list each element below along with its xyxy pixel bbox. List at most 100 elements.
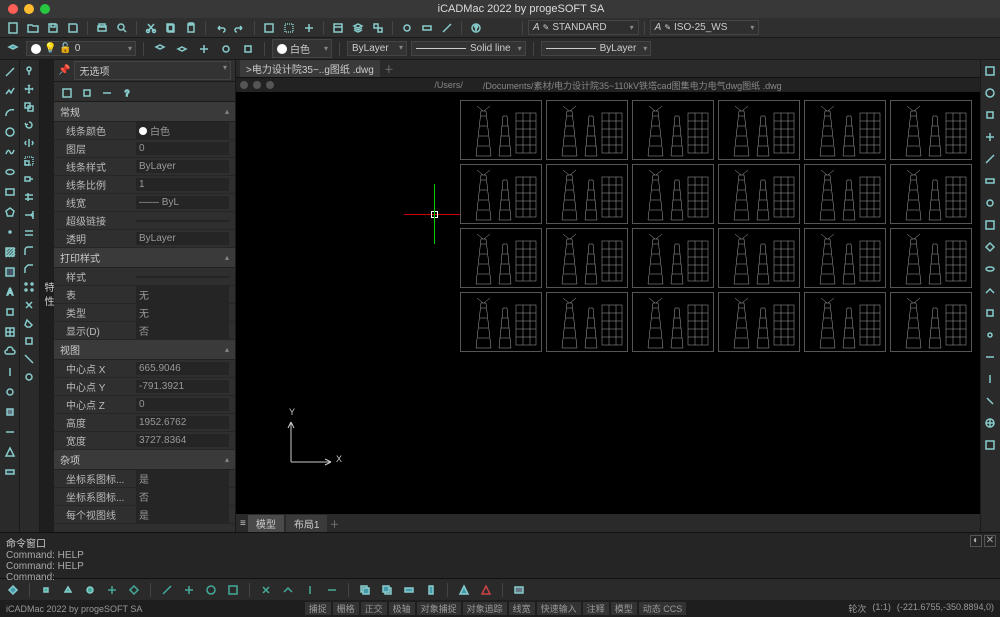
view-icon[interactable] — [981, 258, 999, 280]
linetype-bylayer[interactable]: ByLayer — [347, 41, 407, 56]
circle-icon[interactable] — [0, 122, 20, 142]
view-icon[interactable] — [981, 280, 999, 302]
new-file-icon[interactable] — [4, 19, 22, 37]
view-icon[interactable] — [981, 214, 999, 236]
props-row[interactable]: 中心点 Y-791.3921 — [54, 378, 235, 396]
props-tool-icon[interactable] — [78, 84, 96, 102]
props-section[interactable]: 视图▴ — [54, 340, 235, 360]
layer-icon[interactable] — [151, 40, 169, 58]
props-row[interactable]: 线条颜色 白色 — [54, 122, 235, 140]
props-help-icon[interactable]: ? — [118, 84, 136, 102]
close-window-icon[interactable] — [8, 4, 18, 14]
snap-icon[interactable] — [323, 581, 341, 599]
add-layout-icon[interactable]: ＋ — [329, 516, 339, 531]
model-tab[interactable]: 模型 — [248, 515, 284, 532]
tool-icon[interactable] — [477, 581, 495, 599]
props-row[interactable]: 样式 — [54, 268, 235, 286]
view-icon[interactable] — [981, 368, 999, 390]
polygon-icon[interactable] — [0, 202, 20, 222]
zoom-window-icon[interactable] — [280, 19, 298, 37]
status-toggle[interactable]: 快速输入 — [537, 602, 581, 615]
view-icon[interactable] — [981, 346, 999, 368]
snap-icon[interactable] — [224, 581, 242, 599]
rectangle-icon[interactable] — [0, 182, 20, 202]
redo-icon[interactable] — [231, 19, 249, 37]
snap-quad-icon[interactable] — [125, 581, 143, 599]
snap-node-icon[interactable] — [103, 581, 121, 599]
help-icon[interactable]: ? — [467, 19, 485, 37]
view-icon[interactable] — [981, 302, 999, 324]
polyline-icon[interactable] — [0, 82, 20, 102]
block-icon[interactable] — [369, 19, 387, 37]
tool-icon[interactable] — [0, 362, 20, 382]
tool-icon[interactable] — [418, 19, 436, 37]
tool-icon[interactable] — [0, 422, 20, 442]
view-icon[interactable] — [981, 324, 999, 346]
props-row[interactable]: 线条比例1 — [54, 176, 235, 194]
status-toggle[interactable]: 栅格 — [333, 602, 359, 615]
layer-selector[interactable]: 💡 🔓 0 — [26, 41, 136, 56]
tool-icon[interactable] — [398, 19, 416, 37]
view-icon[interactable] — [981, 236, 999, 258]
spline-icon[interactable] — [0, 142, 20, 162]
snap-icon[interactable] — [158, 581, 176, 599]
props-section[interactable]: 常规▴ — [54, 102, 235, 122]
explode-icon[interactable] — [20, 296, 38, 314]
cut-icon[interactable] — [142, 19, 160, 37]
layer-icon[interactable] — [217, 40, 235, 58]
drawing-canvas[interactable]: Y X — [236, 92, 980, 514]
rotate-icon[interactable] — [20, 116, 38, 134]
order-icon[interactable] — [356, 581, 374, 599]
layer-manager-icon[interactable] — [4, 40, 22, 58]
save-as-icon[interactable] — [64, 19, 82, 37]
stretch-icon[interactable] — [20, 170, 38, 188]
props-row[interactable]: 表无 — [54, 286, 235, 304]
point-icon[interactable] — [0, 222, 20, 242]
status-toggle[interactable]: 对象追踪 — [463, 602, 507, 615]
fillet-icon[interactable] — [20, 242, 38, 260]
props-tool-icon[interactable] — [58, 84, 76, 102]
props-row[interactable]: 每个视图线是 — [54, 506, 235, 524]
props-row[interactable]: 线条样式ByLayer — [54, 158, 235, 176]
view-icon[interactable] — [981, 412, 999, 434]
snap-mid-icon[interactable] — [59, 581, 77, 599]
cloud-icon[interactable] — [0, 342, 20, 362]
layer-icon[interactable] — [195, 40, 213, 58]
cmd-min-icon[interactable]: ◐ — [970, 535, 982, 547]
trim-icon[interactable] — [20, 188, 38, 206]
maximize-window-icon[interactable] — [40, 4, 50, 14]
view-icon[interactable] — [981, 192, 999, 214]
props-row[interactable]: 坐标系图标...是 — [54, 470, 235, 488]
copy-icon[interactable] — [162, 19, 180, 37]
tool-icon[interactable] — [0, 462, 20, 482]
snap-icon[interactable] — [279, 581, 297, 599]
region-icon[interactable] — [0, 262, 20, 282]
view-icon[interactable] — [981, 434, 999, 456]
properties-tab-label[interactable]: 特性 — [40, 60, 54, 532]
linetype-selector[interactable]: Solid line — [411, 41, 526, 56]
ellipse-icon[interactable] — [0, 162, 20, 182]
layer-icon[interactable] — [173, 40, 191, 58]
table-icon[interactable] — [0, 322, 20, 342]
copy-obj-icon[interactable] — [20, 98, 38, 116]
arc-icon[interactable] — [0, 102, 20, 122]
command-input[interactable]: Command: — [6, 572, 994, 583]
props-tool-icon[interactable] — [98, 84, 116, 102]
props-section[interactable]: 杂项▴ — [54, 450, 235, 470]
view-icon[interactable] — [981, 390, 999, 412]
tool-icon[interactable] — [20, 332, 38, 350]
snap-icon[interactable] — [257, 581, 275, 599]
order-icon[interactable] — [400, 581, 418, 599]
status-toggle[interactable]: 线宽 — [509, 602, 535, 615]
snap-endpoint-icon[interactable] — [37, 581, 55, 599]
mirror-icon[interactable] — [20, 134, 38, 152]
props-row[interactable]: 宽度3727.8364 — [54, 432, 235, 450]
props-row[interactable]: 中心点 X665.9046 — [54, 360, 235, 378]
view-icon[interactable] — [981, 148, 999, 170]
view-icon[interactable] — [981, 104, 999, 126]
layer-icon[interactable] — [239, 40, 257, 58]
props-row[interactable]: 中心点 Z0 — [54, 396, 235, 414]
props-row[interactable]: 类型无 — [54, 304, 235, 322]
snap-icon[interactable] — [4, 581, 22, 599]
props-row[interactable]: 图层0 — [54, 140, 235, 158]
